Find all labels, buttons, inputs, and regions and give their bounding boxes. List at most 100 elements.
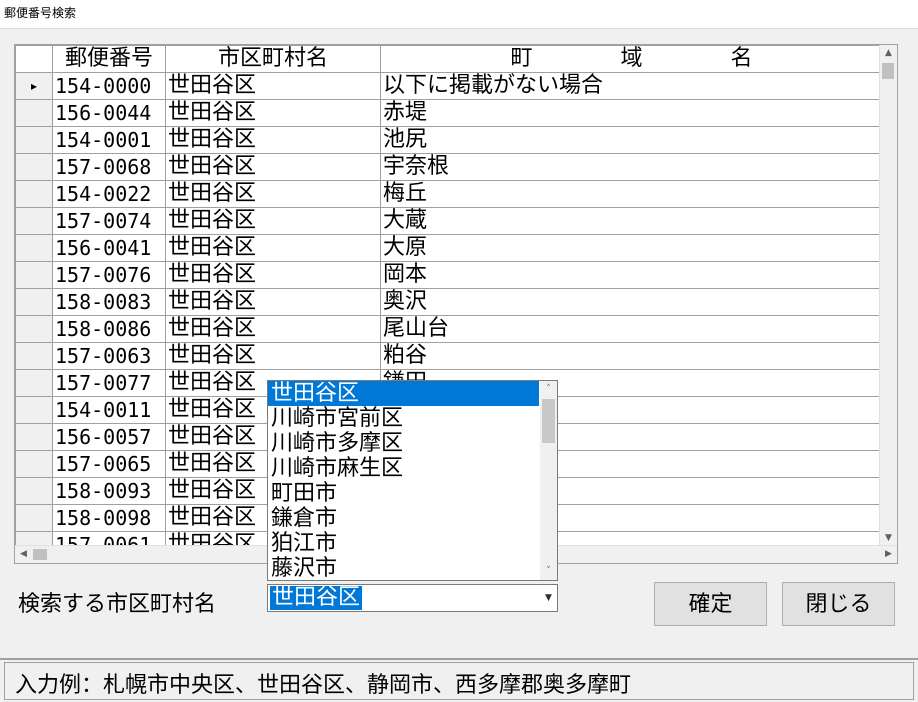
cell-city[interactable]: 世田谷区 <box>165 126 381 154</box>
row-header[interactable] <box>15 423 53 451</box>
cell-area[interactable]: 粕谷 <box>380 342 883 370</box>
cell-area[interactable]: 宇奈根 <box>380 153 883 181</box>
row-header[interactable] <box>15 477 53 505</box>
table-row[interactable]: 158-0086 世田谷区 尾山台 <box>15 315 883 343</box>
row-header[interactable] <box>15 207 53 235</box>
status-panel: 入力例：札幌市中央区、世田谷区、静岡市、西多摩郡奥多摩町 <box>4 662 914 700</box>
cell-zip[interactable]: 158-0083 <box>52 288 166 316</box>
cell-area[interactable]: 大原 <box>380 234 883 262</box>
cell-city[interactable]: 世田谷区 <box>165 261 381 289</box>
cell-city[interactable]: 世田谷区 <box>165 72 381 100</box>
cell-zip[interactable]: 158-0093 <box>52 477 166 505</box>
title-bar: 郵便番号検索 <box>0 0 918 29</box>
cell-zip[interactable]: 158-0086 <box>52 315 166 343</box>
cell-area[interactable]: 池尻 <box>380 126 883 154</box>
dropdown-scroll-up-icon[interactable]: ˄ <box>540 381 557 398</box>
row-header[interactable] <box>15 261 53 289</box>
cell-area[interactable]: 奥沢 <box>380 288 883 316</box>
cell-area[interactable]: 赤堤 <box>380 99 883 127</box>
table-row[interactable]: 154-0001 世田谷区 池尻 <box>15 126 883 154</box>
window-title: 郵便番号検索 <box>4 6 77 20</box>
dropdown-option[interactable]: 藤沢市 <box>268 556 539 580</box>
column-header-city[interactable]: 市区町村名 <box>165 45 381 73</box>
row-header[interactable] <box>15 99 53 127</box>
cell-city[interactable]: 世田谷区 <box>165 180 381 208</box>
table-row[interactable]: 157-0063 世田谷区 粕谷 <box>15 342 883 370</box>
cell-zip[interactable]: 157-0068 <box>52 153 166 181</box>
cell-zip[interactable]: 158-0098 <box>52 504 166 532</box>
column-header-area[interactable]: 町 域 名 <box>380 45 883 73</box>
cell-zip[interactable]: 154-0000 <box>52 72 166 100</box>
cell-city[interactable]: 世田谷区 <box>165 315 381 343</box>
table-row[interactable]: 157-0074 世田谷区 大蔵 <box>15 207 883 235</box>
cell-zip[interactable]: 157-0077 <box>52 369 166 397</box>
row-header[interactable] <box>15 504 53 532</box>
dropdown-option[interactable]: 町田市 <box>268 481 539 506</box>
row-header[interactable] <box>15 126 53 154</box>
city-dropdown-list[interactable]: 世田谷区 川崎市宮前区 川崎市多摩区 川崎市麻生区 町田市 鎌倉市 狛江市 藤沢市 ˄ ˅ <box>267 380 558 581</box>
close-button[interactable]: 閉じる <box>782 582 895 626</box>
cell-area[interactable]: 尾山台 <box>380 315 883 343</box>
table-row[interactable]: 158-0083 世田谷区 奥沢 <box>15 288 883 316</box>
cell-zip[interactable]: 157-0076 <box>52 261 166 289</box>
cell-area[interactable]: 岡本 <box>380 261 883 289</box>
dropdown-option[interactable]: 川崎市多摩区 <box>268 431 539 456</box>
cell-zip[interactable]: 154-0011 <box>52 396 166 424</box>
scroll-left-icon[interactable]: ◀ <box>15 546 32 563</box>
cell-area[interactable]: 梅丘 <box>380 180 883 208</box>
cell-city[interactable]: 世田谷区 <box>165 342 381 370</box>
cell-zip[interactable]: 157-0065 <box>52 450 166 478</box>
row-header[interactable]: ▸ <box>15 72 53 100</box>
dropdown-scroll-down-icon[interactable]: ˅ <box>540 563 557 580</box>
grid-vertical-scrollbar[interactable]: ▲ ▼ <box>879 45 897 547</box>
dropdown-scrollbar[interactable]: ˄ ˅ <box>540 381 557 580</box>
row-header[interactable] <box>15 450 53 478</box>
row-header-corner <box>15 45 53 73</box>
cell-area[interactable]: 以下に掲載がない場合 <box>380 72 883 100</box>
cell-zip[interactable]: 154-0001 <box>52 126 166 154</box>
scroll-thumb[interactable] <box>882 63 894 79</box>
scroll-up-icon[interactable]: ▲ <box>880 45 897 62</box>
table-row[interactable]: ▸ 154-0000 世田谷区 以下に掲載がない場合 <box>15 72 883 100</box>
cell-zip[interactable]: 157-0063 <box>52 342 166 370</box>
cell-city[interactable]: 世田谷区 <box>165 234 381 262</box>
city-combobox-value[interactable]: 世田谷区 <box>270 586 363 610</box>
combobox-arrow-icon[interactable]: ▼ <box>540 585 557 611</box>
dropdown-option[interactable]: 川崎市宮前区 <box>268 406 539 431</box>
search-city-label: 検索する市区町村名 <box>18 592 217 617</box>
row-header[interactable] <box>15 396 53 424</box>
city-combobox[interactable]: 世田谷区 ▼ <box>267 584 558 612</box>
cell-city[interactable]: 世田谷区 <box>165 153 381 181</box>
cell-zip[interactable]: 157-0074 <box>52 207 166 235</box>
row-header[interactable] <box>15 369 53 397</box>
status-bar: 入力例：札幌市中央区、世田谷区、静岡市、西多摩郡奥多摩町 <box>0 658 918 702</box>
row-header[interactable] <box>15 153 53 181</box>
confirm-button[interactable]: 確定 <box>654 582 767 626</box>
cell-city[interactable]: 世田谷区 <box>165 207 381 235</box>
cell-city[interactable]: 世田谷区 <box>165 288 381 316</box>
dropdown-option[interactable]: 世田谷区 <box>268 381 539 406</box>
dropdown-option[interactable]: 狛江市 <box>268 531 539 556</box>
row-header[interactable] <box>15 288 53 316</box>
row-header[interactable] <box>15 315 53 343</box>
table-row[interactable]: 154-0022 世田谷区 梅丘 <box>15 180 883 208</box>
column-header-zip[interactable]: 郵便番号 <box>52 45 166 73</box>
dropdown-option[interactable]: 川崎市麻生区 <box>268 456 539 481</box>
cell-zip[interactable]: 156-0044 <box>52 99 166 127</box>
cell-zip[interactable]: 156-0057 <box>52 423 166 451</box>
dropdown-scroll-thumb[interactable] <box>542 399 555 443</box>
table-row[interactable]: 156-0044 世田谷区 赤堤 <box>15 99 883 127</box>
row-header[interactable] <box>15 180 53 208</box>
cell-zip[interactable]: 154-0022 <box>52 180 166 208</box>
table-row[interactable]: 157-0076 世田谷区 岡本 <box>15 261 883 289</box>
cell-area[interactable]: 大蔵 <box>380 207 883 235</box>
dropdown-option[interactable]: 鎌倉市 <box>268 506 539 531</box>
hscroll-thumb[interactable] <box>33 549 47 560</box>
row-header[interactable] <box>15 342 53 370</box>
cell-zip[interactable]: 156-0041 <box>52 234 166 262</box>
table-row[interactable]: 157-0068 世田谷区 宇奈根 <box>15 153 883 181</box>
row-header[interactable] <box>15 234 53 262</box>
cell-city[interactable]: 世田谷区 <box>165 99 381 127</box>
scroll-right-icon[interactable]: ▶ <box>880 546 897 563</box>
table-row[interactable]: 156-0041 世田谷区 大原 <box>15 234 883 262</box>
